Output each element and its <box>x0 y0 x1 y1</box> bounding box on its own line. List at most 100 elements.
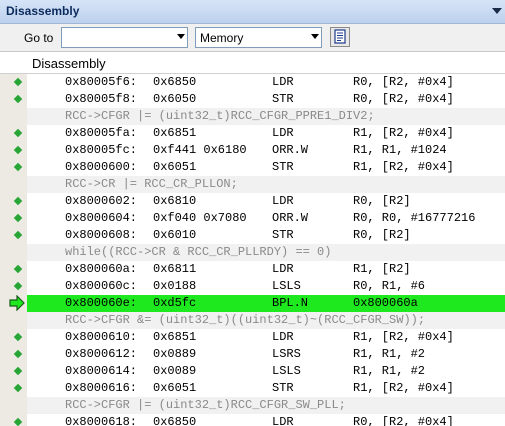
column-header: Disassembly <box>0 52 505 74</box>
instruction-row[interactable]: 0x8000616: 0x6051 STR R1, [R2, #0x4] <box>0 380 505 397</box>
instruction-row[interactable]: 0x8000604: 0xf040 0x7080 ORR.W R0, R0, #167… <box>0 210 505 227</box>
instruction-row[interactable]: 0x80005fc: 0xf441 0x6180 ORR.W R1, R1, #102… <box>0 142 505 159</box>
instruction-address: 0x8000612: <box>65 347 138 361</box>
instruction-operands: R0, [R2, #0x4] <box>353 75 454 89</box>
instruction-mnemonic: ORR.W <box>272 143 309 157</box>
instruction-address: 0x8000610: <box>65 330 138 344</box>
instruction-address: 0x800060a: <box>65 262 138 276</box>
instruction-operands: R1, R1, #2 <box>353 364 426 378</box>
breakpoint-marker-icon[interactable] <box>13 230 23 240</box>
breakpoint-marker-icon[interactable] <box>13 349 23 359</box>
instruction-mnemonic: LDR <box>272 194 294 208</box>
instruction-operands: R0, [R2] <box>353 194 411 208</box>
source-line[interactable]: while((RCC->CR & RCC_CR_PLLRDY) == 0) <box>0 244 505 261</box>
column-header-label: Disassembly <box>32 56 106 71</box>
instruction-address: 0x8000600: <box>65 160 138 174</box>
instruction-row[interactable]: 0x800060c: 0x0188 LSLS R0, R1, #6 <box>0 278 505 295</box>
instruction-row[interactable]: 0x800060a: 0x6811 LDR R1, [R2] <box>0 261 505 278</box>
source-line-text: while((RCC->CR & RCC_CR_PLLRDY) == 0) <box>65 245 332 259</box>
instruction-opcode: 0x6811 <box>153 262 197 276</box>
instruction-operands: R0, [R2, #0x4] <box>353 415 454 426</box>
instruction-address: 0x8000618: <box>65 415 138 426</box>
instruction-operands: R1, [R2, #0x4] <box>353 330 454 344</box>
goto-label: Go to <box>24 31 54 45</box>
instruction-opcode: 0x6851 <box>153 126 197 140</box>
instruction-mnemonic: LDR <box>272 262 294 276</box>
instruction-address: 0x80005f8: <box>65 92 138 106</box>
instruction-operands: 0x800060a <box>353 296 418 310</box>
instruction-address: 0x8000604: <box>65 211 138 225</box>
instruction-opcode: 0x6051 <box>153 381 197 395</box>
instruction-row[interactable]: 0x8000602: 0x6810 LDR R0, [R2] <box>0 193 505 210</box>
disassembly-list[interactable]: 0x80005f6: 0x6850 LDR R0, [R2, #0x4] 0x80005… <box>0 74 505 426</box>
breakpoint-marker-icon[interactable] <box>13 196 23 206</box>
breakpoint-marker-icon[interactable] <box>13 77 23 87</box>
breakpoint-marker-icon[interactable] <box>13 145 23 155</box>
instruction-row[interactable]: 0x8000618: 0x6850 LDR R0, [R2, #0x4] <box>0 414 505 426</box>
instruction-row[interactable]: 0x8000612: 0x0889 LSRS R1, R1, #2 <box>0 346 505 363</box>
instruction-opcode: 0x6010 <box>153 228 197 242</box>
breakpoint-marker-icon[interactable] <box>13 281 23 291</box>
instruction-operands: R0, R0, #16777216 <box>353 211 476 225</box>
memory-dropdown-arrow-icon[interactable] <box>311 34 319 39</box>
breakpoint-marker-icon[interactable] <box>13 128 23 138</box>
instruction-address: 0x8000616: <box>65 381 138 395</box>
source-line[interactable]: RCC->CR |= RCC_CR_PLLON; <box>0 176 505 193</box>
breakpoint-marker-icon[interactable] <box>13 213 23 223</box>
breakpoint-marker-icon[interactable] <box>13 264 23 274</box>
breakpoint-marker-icon[interactable] <box>13 383 23 393</box>
instruction-mnemonic: LSLS <box>272 364 301 378</box>
instruction-mnemonic: LSLS <box>272 279 301 293</box>
source-line-text: RCC->CFGR &= (uint32_t)((uint32_t)~(RCC_… <box>65 313 426 327</box>
goto-dropdown-arrow-icon[interactable] <box>177 34 185 39</box>
window-titlebar: Disassembly <box>0 0 505 24</box>
current-instruction-row[interactable]: 0x800060e: 0xd5fc BPL.N 0x800060a <box>0 295 505 312</box>
instruction-row[interactable]: 0x8000600: 0x6051 STR R1, [R2, #0x4] <box>0 159 505 176</box>
instruction-operands: R0, [R2] <box>353 228 411 242</box>
instruction-row[interactable]: 0x8000614: 0x0089 LSLS R1, R1, #2 <box>0 363 505 380</box>
instruction-address: 0x800060e: <box>65 296 138 310</box>
instruction-opcode: 0xf040 0x7080 <box>153 211 247 225</box>
instruction-mnemonic: BPL.N <box>272 296 309 310</box>
instruction-row[interactable]: 0x8000608: 0x6010 STR R0, [R2] <box>0 227 505 244</box>
window-menu-arrow-icon[interactable] <box>492 8 502 14</box>
memory-window-button[interactable] <box>330 27 350 47</box>
memory-select[interactable]: Memory <box>195 27 322 48</box>
instruction-opcode: 0x0188 <box>153 279 197 293</box>
instruction-opcode: 0x6850 <box>153 415 197 426</box>
instruction-opcode: 0x6050 <box>153 92 197 106</box>
goto-input[interactable] <box>61 27 188 48</box>
instruction-mnemonic: LDR <box>272 330 294 344</box>
breakpoint-marker-icon[interactable] <box>13 332 23 342</box>
source-line[interactable]: RCC->CFGR |= (uint32_t)RCC_CFGR_SW_PLL; <box>0 397 505 414</box>
instruction-opcode: 0x0889 <box>153 347 197 361</box>
memory-window-icon <box>334 29 346 44</box>
instruction-row[interactable]: 0x80005f6: 0x6850 LDR R0, [R2, #0x4] <box>0 74 505 91</box>
instruction-operands: R1, [R2, #0x4] <box>353 126 454 140</box>
instruction-mnemonic: STR <box>272 381 294 395</box>
instruction-operands: R0, R1, #6 <box>353 279 426 293</box>
instruction-operands: R1, [R2, #0x4] <box>353 381 454 395</box>
instruction-mnemonic: STR <box>272 92 294 106</box>
instruction-address: 0x8000608: <box>65 228 138 242</box>
breakpoint-marker-icon[interactable] <box>13 366 23 376</box>
instruction-address: 0x800060c: <box>65 279 138 293</box>
instruction-address: 0x8000602: <box>65 194 138 208</box>
instruction-mnemonic: STR <box>272 228 294 242</box>
instruction-row[interactable]: 0x8000610: 0x6851 LDR R1, [R2, #0x4] <box>0 329 505 346</box>
source-line[interactable]: RCC->CFGR |= (uint32_t)RCC_CFGR_PPRE1_DI… <box>0 108 505 125</box>
instruction-row[interactable]: 0x80005fa: 0x6851 LDR R1, [R2, #0x4] <box>0 125 505 142</box>
instruction-address: 0x8000614: <box>65 364 138 378</box>
instruction-address: 0x80005fa: <box>65 126 138 140</box>
instruction-address: 0x80005fc: <box>65 143 138 157</box>
breakpoint-marker-icon[interactable] <box>13 94 23 104</box>
instruction-opcode: 0xf441 0x6180 <box>153 143 247 157</box>
breakpoint-marker-icon[interactable] <box>13 417 23 426</box>
instruction-row[interactable]: 0x80005f8: 0x6050 STR R0, [R2, #0x4] <box>0 91 505 108</box>
source-line[interactable]: RCC->CFGR &= (uint32_t)((uint32_t)~(RCC_… <box>0 312 505 329</box>
breakpoint-marker-icon[interactable] <box>13 162 23 172</box>
instruction-opcode: 0xd5fc <box>153 296 197 310</box>
instruction-mnemonic: LDR <box>272 415 294 426</box>
memory-select-value: Memory <box>200 31 244 45</box>
instruction-address: 0x80005f6: <box>65 75 138 89</box>
